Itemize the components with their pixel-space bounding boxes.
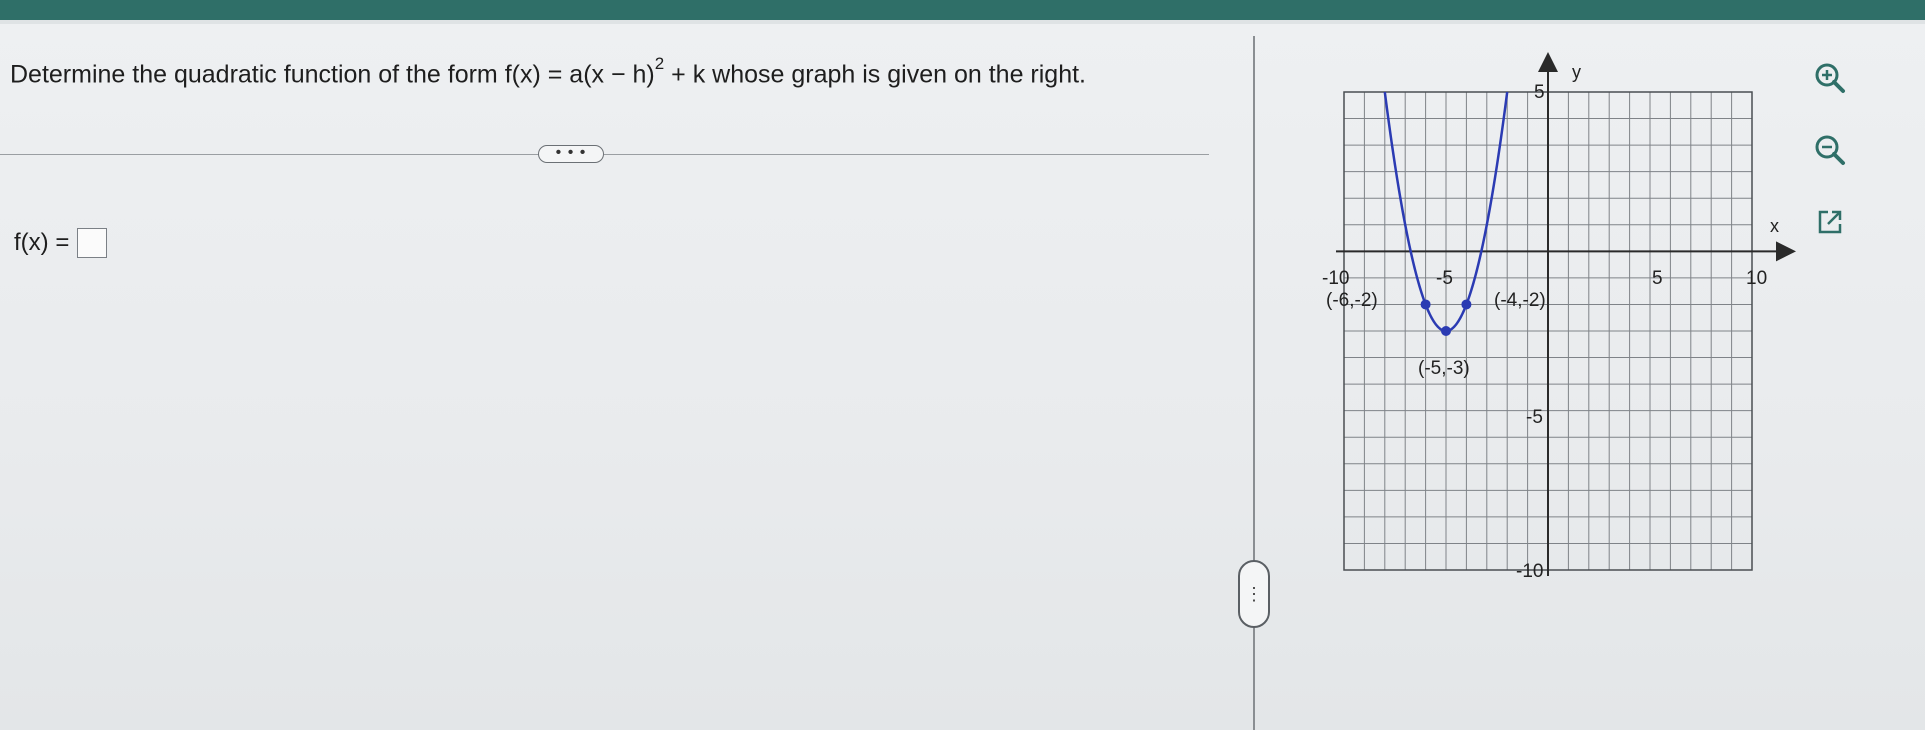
tick-label-y-5: 5 bbox=[1534, 82, 1545, 103]
question-exponent: 2 bbox=[654, 54, 665, 73]
zoom-out-icon bbox=[1815, 135, 1845, 165]
show-more-button[interactable]: • • • bbox=[538, 145, 604, 163]
tick-label-x-5: 5 bbox=[1652, 268, 1663, 289]
graph-axes bbox=[1336, 52, 1796, 576]
graph: -10 -5 5 10 5 -5 -10 x y (-6,-2) (-4,-2)… bbox=[1322, 52, 1796, 582]
pane-resize-handle[interactable]: ⋮ bbox=[1238, 560, 1270, 628]
tick-label-x-neg10: -10 bbox=[1322, 268, 1349, 289]
point-label-vertex: (-5,-3) bbox=[1418, 358, 1470, 379]
question-text: Determine the quadratic function of the … bbox=[10, 54, 1086, 89]
popout-button[interactable] bbox=[1808, 200, 1852, 244]
zoom-in-button[interactable] bbox=[1808, 56, 1852, 100]
point-label-right: (-4,-2) bbox=[1494, 290, 1546, 311]
tick-label-y-neg5: -5 bbox=[1526, 407, 1543, 428]
tick-label-y-neg10: -10 bbox=[1516, 561, 1543, 582]
point-marker bbox=[1441, 326, 1451, 336]
point-marker bbox=[1420, 299, 1431, 310]
question-suffix: + k whose graph is given on the right. bbox=[664, 60, 1086, 89]
tick-label-x-10: 10 bbox=[1746, 268, 1767, 289]
answer-input[interactable] bbox=[77, 228, 108, 258]
point-label-left: (-6,-2) bbox=[1326, 290, 1378, 311]
external-link-icon bbox=[1818, 210, 1842, 234]
y-axis-label: y bbox=[1572, 62, 1581, 82]
zoom-out-button[interactable] bbox=[1808, 128, 1852, 172]
question-prefix: Determine the quadratic function of the … bbox=[10, 60, 655, 89]
tick-label-x-neg5: -5 bbox=[1436, 268, 1453, 289]
banner-edge bbox=[0, 20, 1925, 24]
answer-row: f(x) = bbox=[14, 228, 108, 258]
answer-label: f(x) = bbox=[14, 229, 70, 256]
x-axis-label: x bbox=[1770, 216, 1779, 236]
separator-right bbox=[604, 154, 1209, 155]
drag-grip-icon: ⋮ bbox=[1245, 584, 1263, 604]
point-marker bbox=[1461, 299, 1472, 310]
zoom-in-icon bbox=[1815, 63, 1845, 93]
separator-left bbox=[0, 154, 540, 155]
top-banner bbox=[0, 0, 1925, 20]
